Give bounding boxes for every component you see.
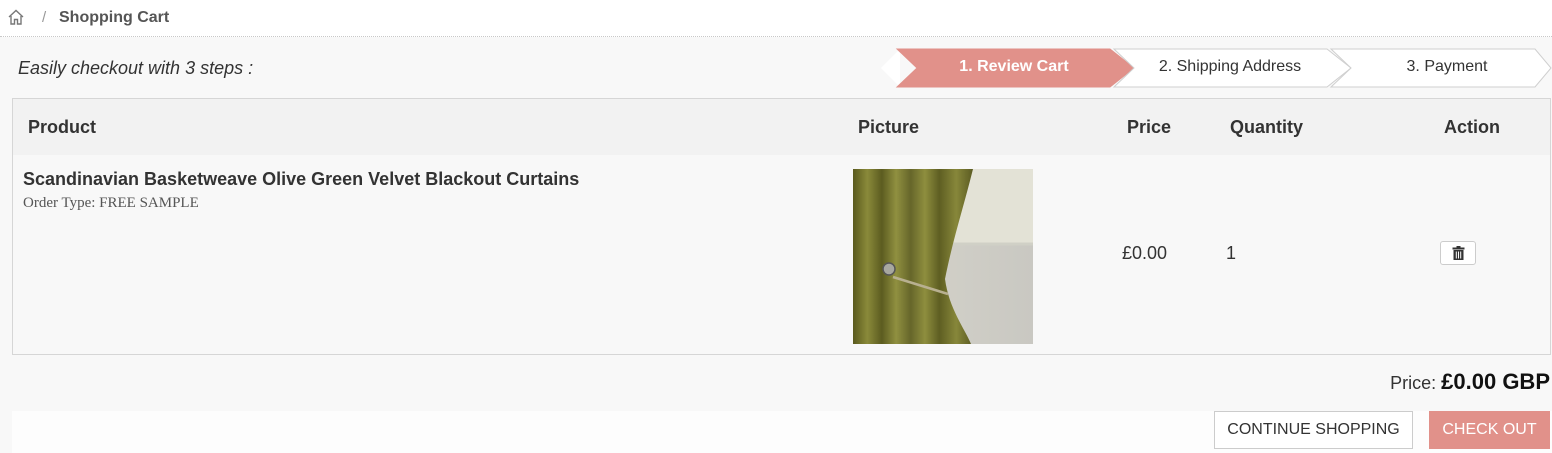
header-action: Action (1444, 117, 1500, 137)
breadcrumb-separator: / (42, 9, 47, 26)
continue-shopping-button[interactable]: CONTINUE SHOPPING (1214, 411, 1413, 449)
steps-intro: Easily checkout with 3 steps : (18, 58, 254, 78)
header-quantity: Quantity (1230, 117, 1304, 137)
delete-item-button[interactable] (1440, 241, 1476, 265)
price-cell: £0.00 (1122, 243, 1168, 263)
checkout-steps: 1. Review Cart 2. Shipping Address 3. Pa… (878, 48, 1552, 88)
table-header: Product Picture Price Quantity Action (13, 99, 1550, 155)
step-shipping-address[interactable]: 2. Shipping Address (1135, 58, 1325, 76)
order-total: Price: £0.00 GBP (1390, 369, 1550, 395)
header-product: Product (28, 117, 97, 137)
total-value: £0.00 GBP (1441, 369, 1550, 394)
total-label: Price: (1390, 373, 1437, 393)
breadcrumb-current: Shopping Cart (59, 9, 170, 26)
checkout-button[interactable]: CHECK OUT (1429, 411, 1550, 449)
step-review-cart[interactable]: 1. Review Cart (918, 58, 1110, 76)
step-payment[interactable]: 3. Payment (1352, 58, 1542, 76)
home-icon[interactable] (7, 8, 25, 26)
breadcrumb: / Shopping Cart (0, 0, 1552, 37)
product-picture[interactable] (853, 169, 1033, 344)
cart-table: Product Picture Price Quantity Action Sc… (12, 98, 1551, 355)
quantity-cell: 1 (1226, 243, 1237, 263)
product-name[interactable]: Scandinavian Basketweave Olive Green Vel… (23, 169, 579, 190)
header-price: Price (1127, 117, 1172, 137)
trash-icon (1452, 246, 1465, 260)
header-picture: Picture (858, 117, 920, 137)
order-type: Order Type: FREE SAMPLE (23, 195, 199, 211)
